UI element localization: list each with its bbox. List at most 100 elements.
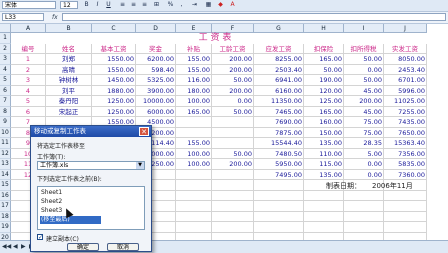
prev-sheet-icon[interactable]: ◀ [13,242,18,251]
table-cell[interactable]: 6200.00 [136,54,176,65]
row-header-17[interactable]: 17 [0,201,11,212]
bold-icon[interactable]: B [82,1,91,9]
table-cell[interactable]: 165.00 [304,106,344,117]
sheet-list-item[interactable]: (移至最后) [40,216,101,224]
table-cell[interactable]: 150.00 [304,127,344,138]
font-size-select[interactable]: 12 [60,1,78,9]
indent-icon[interactable]: ⇥ [190,1,199,9]
column-title-cell[interactable]: 工龄工资 [212,43,254,54]
table-cell[interactable]: 200.00 [344,96,384,107]
table-cell[interactable]: 7255.00 [384,106,427,117]
empty-cell[interactable] [176,201,212,212]
table-cell[interactable]: 5835.00 [384,159,427,170]
row-header-10[interactable]: 10 [0,127,11,138]
row-header-6[interactable]: 6 [0,85,11,96]
empty-cell[interactable] [212,211,254,222]
table-cell[interactable]: 7435.00 [384,117,427,128]
table-cell[interactable]: 7480.50 [254,148,304,159]
table-cell[interactable]: 110.00 [304,148,344,159]
table-cell[interactable]: 15363.40 [384,138,427,149]
table-cell[interactable]: 50.00 [344,75,384,86]
empty-cell[interactable] [304,190,344,201]
table-cell[interactable]: 2 [11,64,46,75]
table-cell[interactable]: 3 [11,75,46,86]
table-cell[interactable]: 1 [11,54,46,65]
column-header-f[interactable]: F [212,24,254,33]
column-title-cell[interactable]: 应发工资 [254,43,304,54]
empty-cell[interactable] [176,222,212,233]
table-cell[interactable]: 45.00 [344,106,384,117]
column-title-cell[interactable]: 编号 [11,43,46,54]
empty-cell[interactable] [304,222,344,233]
row-header-7[interactable]: 7 [0,96,11,107]
row-header-11[interactable]: 11 [0,138,11,149]
empty-cell[interactable] [344,222,384,233]
column-header-d[interactable]: D [136,24,176,33]
table-cell[interactable]: 刘平 [46,85,92,96]
align-left-icon[interactable]: ≡ [118,1,127,9]
empty-cell[interactable] [304,211,344,222]
table-cell[interactable]: 75.00 [344,127,384,138]
column-title-cell[interactable]: 奖金 [136,43,176,54]
table-cell[interactable]: 200.00 [212,85,254,96]
empty-cell[interactable] [304,201,344,212]
column-title-cell[interactable]: 姓名 [46,43,92,54]
row-header-1[interactable]: 1 [0,33,11,44]
table-cell[interactable]: 1450.00 [92,75,136,86]
align-center-icon[interactable]: ≡ [129,1,138,9]
table-cell[interactable]: 135.00 [304,138,344,149]
table-cell[interactable]: 50.00 [212,106,254,117]
table-cell[interactable] [212,127,254,138]
sheet-list-item[interactable]: Sheet1 [40,189,101,197]
empty-cell[interactable] [254,201,304,212]
table-cell[interactable]: 0.00 [344,169,384,180]
row-header-4[interactable]: 4 [0,64,11,75]
table-cell[interactable]: 45.00 [344,85,384,96]
table-cell[interactable]: 7690.00 [254,117,304,128]
table-cell[interactable]: 75.00 [344,117,384,128]
table-cell[interactable] [176,169,212,180]
table-cell[interactable]: 1550.00 [92,64,136,75]
chevron-down-icon[interactable]: ▼ [136,162,144,169]
table-cell[interactable]: 7495.00 [254,169,304,180]
comma-icon[interactable]: , [177,1,186,9]
table-cell[interactable] [212,138,254,149]
empty-cell[interactable] [212,222,254,233]
font-name-select[interactable]: 宋体 [2,1,56,9]
table-cell[interactable]: 6701.00 [384,75,427,86]
underline-icon[interactable]: U [104,1,113,9]
table-cell[interactable]: 6941.00 [254,75,304,86]
row-header-8[interactable]: 8 [0,106,11,117]
table-cell[interactable]: 200.00 [212,159,254,170]
row-header-15[interactable]: 15 [0,180,11,191]
row-header-2[interactable]: 2 [0,43,11,54]
table-cell[interactable]: 598.40 [136,64,176,75]
first-sheet-icon[interactable]: ◀◀ [2,242,11,251]
table-cell[interactable]: 120.00 [304,85,344,96]
table-cell[interactable]: 高晴 [46,64,92,75]
table-cell[interactable]: 11025.00 [384,96,427,107]
table-cell[interactable]: 200.00 [212,64,254,75]
name-box[interactable]: L33 [2,13,44,21]
sheet-title[interactable]: 工 资 表 [176,33,254,44]
empty-cell[interactable] [176,180,212,191]
empty-cell[interactable] [384,201,427,212]
row-header-18[interactable]: 18 [0,211,11,222]
table-cell[interactable]: 180.00 [176,85,212,96]
empty-cell[interactable] [384,222,427,233]
table-cell[interactable]: 50.00 [344,54,384,65]
table-cell[interactable]: 5996.00 [384,85,427,96]
empty-cell[interactable] [176,211,212,222]
column-header-j[interactable]: J [384,24,427,33]
empty-cell[interactable] [254,190,304,201]
table-cell[interactable]: 钟树林 [46,75,92,86]
column-header-b[interactable]: B [46,24,92,33]
row-header-9[interactable]: 9 [0,117,11,128]
empty-cell[interactable] [344,201,384,212]
table-cell[interactable]: 1250.00 [92,106,136,117]
table-cell[interactable]: 165.00 [176,106,212,117]
table-cell[interactable]: 1250.00 [92,96,136,107]
table-cell[interactable]: 7360.00 [384,169,427,180]
table-cell[interactable]: 7875.00 [254,127,304,138]
table-cell[interactable]: 155.00 [176,64,212,75]
